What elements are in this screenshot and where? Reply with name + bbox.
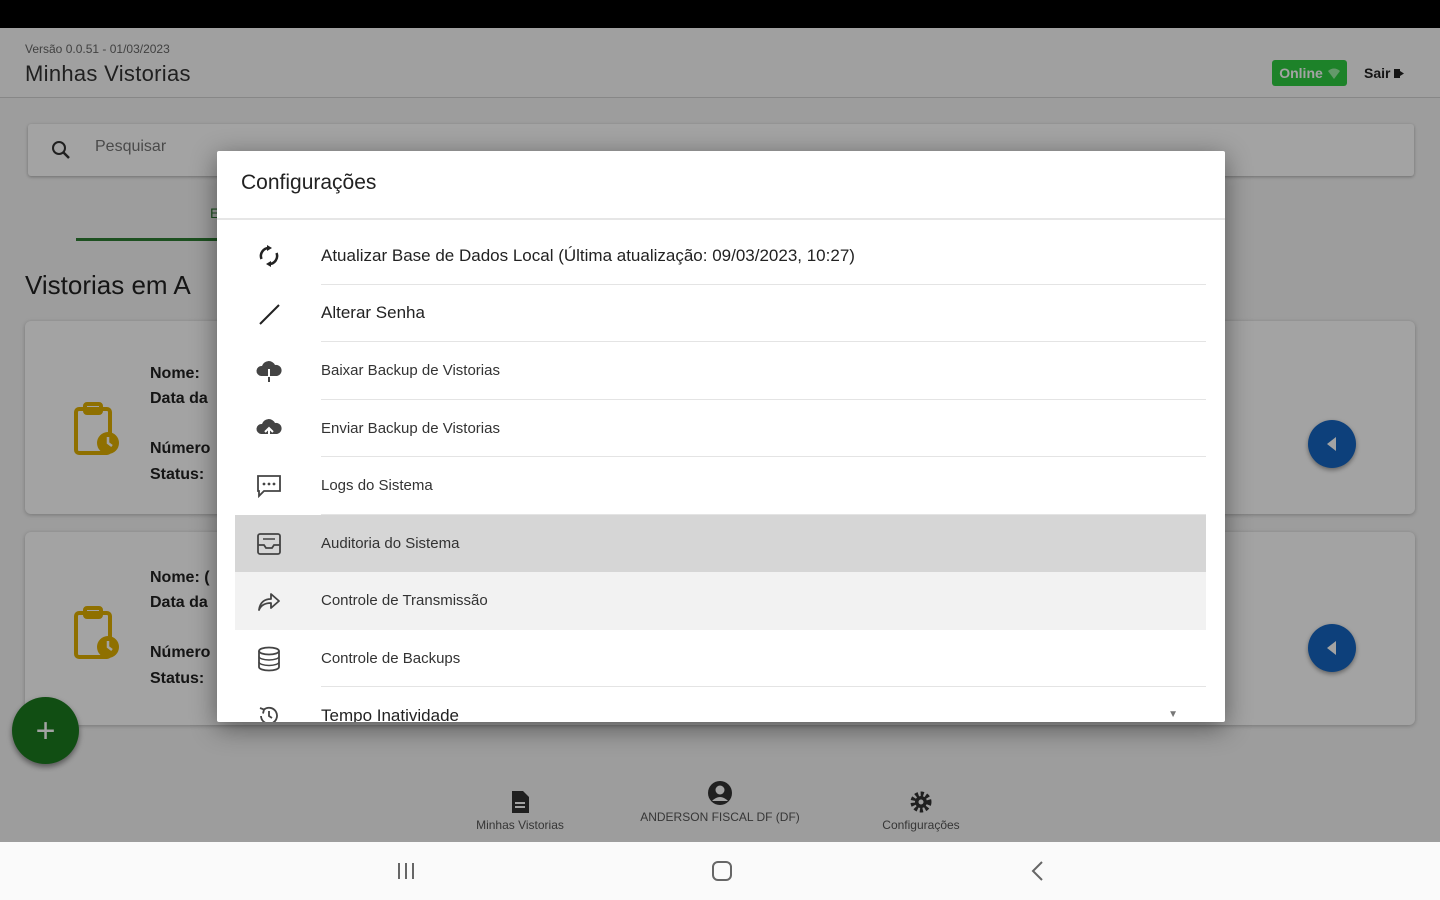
- back-icon[interactable]: [1026, 860, 1050, 882]
- menu-item-backup-control[interactable]: Controle de Backups: [235, 630, 1206, 687]
- history-icon: [259, 706, 278, 722]
- menu-item-transmission-control[interactable]: Controle de Transmissão: [235, 572, 1206, 630]
- menu-item-label: Controle de Transmissão: [321, 592, 488, 610]
- recent-apps-icon[interactable]: [394, 860, 418, 882]
- menu-item-label: Enviar Backup de Vistorias: [321, 419, 500, 437]
- menu-item-label: Alterar Senha: [321, 303, 425, 323]
- menu-item-inactivity-time[interactable]: Tempo Inatividade ▼: [235, 687, 1206, 722]
- database-icon: [258, 646, 280, 671]
- sync-icon: [259, 245, 279, 267]
- inbox-icon: [257, 532, 281, 555]
- device-status-bar: [0, 0, 1440, 28]
- menu-item-label: Controle de Backups: [321, 649, 461, 667]
- menu-item-label: Atualizar Base de Dados Local (Última at…: [321, 245, 855, 265]
- menu-item-update-database[interactable]: Atualizar Base de Dados Local (Última at…: [235, 227, 1206, 285]
- menu-item-label: Baixar Backup de Vistorias: [321, 362, 500, 380]
- menu-item-label: Logs do Sistema: [321, 477, 433, 495]
- dialog-title: Configurações: [241, 171, 377, 194]
- menu-item-download-backup[interactable]: Baixar Backup de Vistorias: [235, 342, 1206, 400]
- chat-icon: [257, 475, 281, 498]
- cloud-download-icon: [256, 361, 282, 383]
- menu-item-label: Auditoria do Sistema: [321, 534, 460, 552]
- menu-item-system-logs[interactable]: Logs do Sistema: [235, 457, 1206, 515]
- settings-dialog: Configurações Atualizar Base de Dados Lo…: [217, 151, 1225, 722]
- settings-menu: Atualizar Base de Dados Local (Última at…: [235, 227, 1206, 722]
- dialog-divider: [217, 218, 1225, 220]
- cloud-upload-icon: [256, 418, 282, 439]
- menu-item-upload-backup[interactable]: Enviar Backup de Vistorias: [235, 400, 1206, 457]
- menu-item-change-password[interactable]: Alterar Senha: [235, 285, 1206, 342]
- pencil-icon: [259, 303, 280, 325]
- menu-item-system-audit[interactable]: Auditoria do Sistema: [235, 514, 1206, 572]
- chevron-down-icon[interactable]: ▼: [1168, 709, 1178, 720]
- home-icon[interactable]: [710, 860, 734, 882]
- system-navigation-bar: [0, 842, 1440, 900]
- share-icon: [258, 593, 280, 611]
- menu-item-label: Tempo Inatividade: [321, 705, 459, 722]
